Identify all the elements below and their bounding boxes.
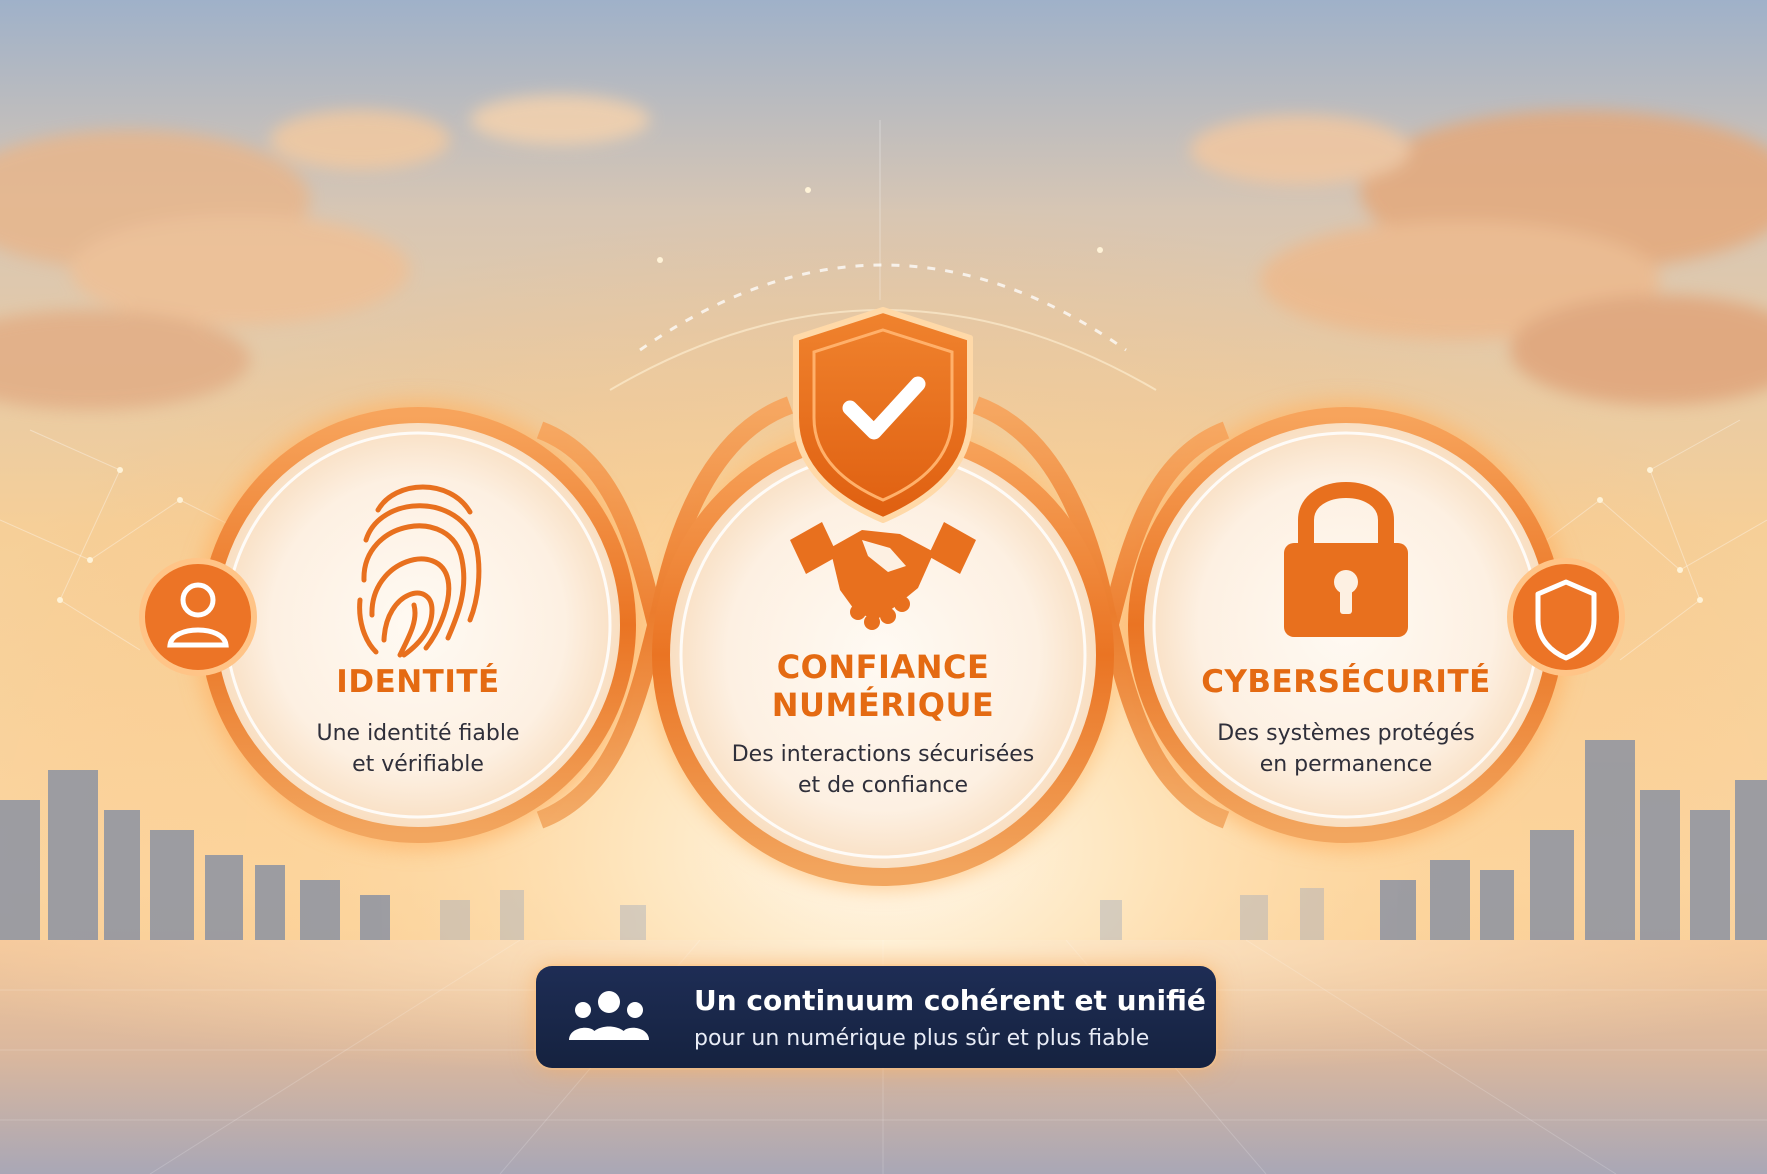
pillar-desc-confiance: Des interactions sécurisées et de confia… bbox=[713, 739, 1053, 801]
desc-line: Des interactions sécurisées bbox=[731, 742, 1035, 767]
users-group-icon bbox=[569, 991, 649, 1040]
shield-badge bbox=[1507, 558, 1625, 676]
banner-subtitle: pour un numérique plus sûr et plus fiabl… bbox=[694, 1026, 1150, 1051]
title-line: NUMÉRIQUE bbox=[771, 686, 995, 724]
pillar-title-confiance: CONFIANCE NUMÉRIQUE bbox=[723, 648, 1043, 724]
infographic: IDENTITÉ Une identité fiable et vérifiab… bbox=[0, 0, 1767, 1174]
user-badge bbox=[139, 558, 257, 676]
banner-title: Un continuum cohérent et unifié bbox=[694, 984, 1206, 1017]
title-line: CONFIANCE bbox=[776, 648, 990, 686]
pillar-desc-identite: Une identité fiable et vérifiable bbox=[268, 718, 568, 780]
desc-line: et de confiance bbox=[797, 773, 969, 798]
desc-line: et vérifiable bbox=[352, 752, 484, 777]
desc-line: Une identité fiable bbox=[316, 721, 520, 746]
pillar-title-identite: IDENTITÉ bbox=[336, 664, 500, 700]
pillar-title-cybersecurite: CYBERSÉCURITÉ bbox=[1201, 664, 1491, 700]
continuum-banner: Un continuum cohérent et unifié pour un … bbox=[536, 966, 1216, 1068]
pillar-desc-cybersecurite: Des systèmes protégés en permanence bbox=[1196, 718, 1496, 780]
desc-line: en permanence bbox=[1259, 752, 1433, 777]
desc-line: Des systèmes protégés bbox=[1217, 721, 1475, 746]
